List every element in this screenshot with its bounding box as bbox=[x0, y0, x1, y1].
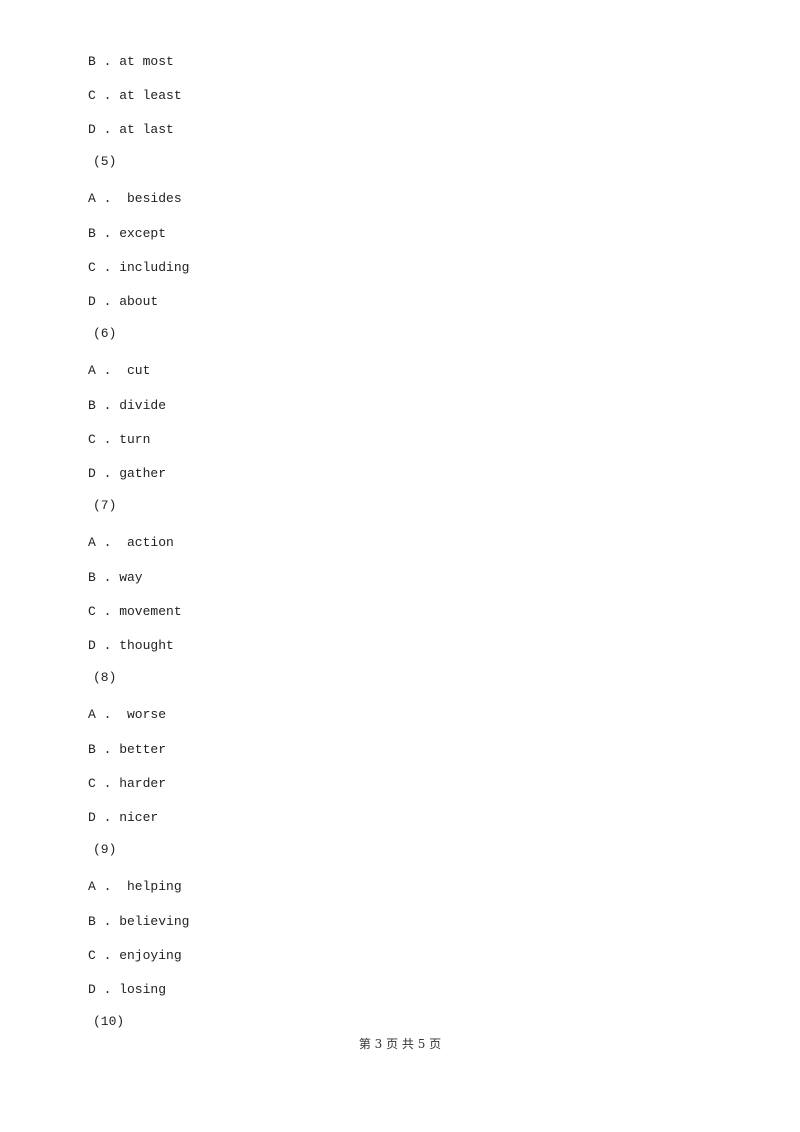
option-line: B . except bbox=[88, 226, 167, 241]
option-line: B . divide bbox=[88, 398, 167, 413]
option-line: B . at most bbox=[88, 54, 174, 69]
option-line: C . movement bbox=[88, 604, 182, 619]
question-number: (10) bbox=[93, 1014, 125, 1029]
question-number: (5) bbox=[93, 154, 117, 169]
option-line: B . believing bbox=[88, 914, 190, 929]
option-line: D . at last bbox=[88, 122, 174, 137]
option-line: A . cut bbox=[88, 363, 151, 378]
option-line: C . turn bbox=[88, 432, 151, 447]
option-line: C . including bbox=[88, 260, 190, 275]
option-line: D . gather bbox=[88, 466, 167, 481]
question-number: (9) bbox=[93, 842, 117, 857]
question-number: (6) bbox=[93, 326, 117, 341]
option-line: B . better bbox=[88, 742, 167, 757]
option-line: A . helping bbox=[88, 879, 182, 894]
option-line: C . harder bbox=[88, 776, 167, 791]
option-line: A . action bbox=[88, 535, 174, 550]
option-line: D . nicer bbox=[88, 810, 159, 825]
option-line: D . thought bbox=[88, 638, 174, 653]
option-line: A . worse bbox=[88, 707, 167, 722]
question-number: (7) bbox=[93, 498, 117, 513]
option-line: B . way bbox=[88, 570, 143, 585]
option-line: D . losing bbox=[88, 982, 167, 997]
page-footer: 第 3 页 共 5 页 bbox=[358, 1037, 442, 1051]
option-line: C . enjoying bbox=[88, 948, 182, 963]
option-line: C . at least bbox=[88, 88, 182, 103]
question-number: (8) bbox=[93, 670, 117, 685]
option-line: D . about bbox=[88, 294, 159, 309]
option-line: A . besides bbox=[88, 191, 182, 206]
